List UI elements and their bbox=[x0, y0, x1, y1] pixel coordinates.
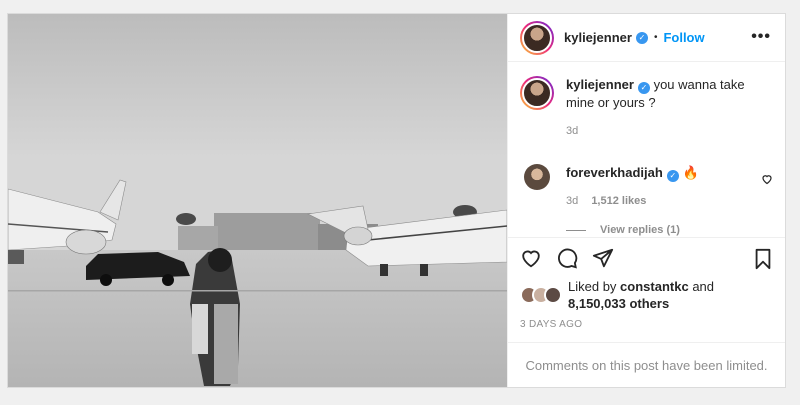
commenter-avatar[interactable] bbox=[524, 164, 550, 190]
likes-row: Liked by constantkc and 8,150,033 others bbox=[508, 277, 785, 313]
liker-avatar bbox=[544, 286, 562, 304]
caption-avatar[interactable] bbox=[520, 76, 554, 110]
comments-limited-notice: Comments on this post have been limited. bbox=[508, 342, 785, 387]
comment-item: foreverkhadijah ✓ 🔥 3d 1,512 likes bbox=[520, 164, 773, 210]
liker-avatars[interactable] bbox=[520, 286, 562, 304]
likes-conjunction: and bbox=[692, 279, 715, 294]
comments-section: kyliejenner ✓ you wanna take mine or your… bbox=[508, 62, 785, 237]
view-replies-label: View replies (1) bbox=[600, 224, 680, 236]
caption-meta: 3d bbox=[566, 122, 773, 140]
caption: kyliejenner ✓ you wanna take mine or your… bbox=[520, 76, 773, 140]
caption-username[interactable]: kyliejenner bbox=[566, 77, 634, 92]
verified-badge-icon: ✓ bbox=[635, 31, 648, 44]
caption-avatar-image bbox=[522, 78, 552, 108]
verified-badge-icon: ✓ bbox=[637, 82, 650, 94]
likes-prefix: Liked by bbox=[568, 279, 617, 294]
likes-user[interactable]: constantkc bbox=[620, 279, 689, 294]
comment-text: 🔥 bbox=[682, 165, 699, 180]
comment-meta: 3d 1,512 likes bbox=[566, 192, 699, 210]
author-avatar-image bbox=[522, 22, 552, 53]
more-options-icon[interactable]: ••• bbox=[751, 28, 771, 46]
view-replies-button[interactable]: View replies (1) bbox=[566, 224, 773, 236]
comment-likes[interactable]: 1,512 likes bbox=[591, 195, 646, 207]
likes-text: Liked by constantkc and 8,150,033 others bbox=[568, 278, 714, 312]
action-bar bbox=[508, 237, 785, 277]
post-photo[interactable] bbox=[8, 14, 507, 387]
author-avatar[interactable] bbox=[520, 20, 554, 55]
heart-icon[interactable] bbox=[520, 247, 542, 269]
bookmark-icon[interactable] bbox=[753, 248, 773, 275]
verified-badge-icon: ✓ bbox=[666, 170, 679, 182]
comment-icon[interactable] bbox=[556, 247, 578, 269]
separator-dot: • bbox=[653, 32, 658, 43]
caption-body: kyliejenner ✓ you wanna take mine or your… bbox=[566, 76, 773, 140]
author-username[interactable]: kyliejenner bbox=[564, 30, 632, 45]
post-date[interactable]: 3 DAYS AGO bbox=[508, 319, 785, 330]
follow-button[interactable]: Follow bbox=[663, 30, 704, 45]
post-details-panel: kyliejenner ✓ • Follow ••• kyliejenner ✓ … bbox=[507, 14, 785, 387]
likes-count[interactable]: 8,150,033 others bbox=[568, 296, 669, 311]
comment-time[interactable]: 3d bbox=[566, 195, 578, 207]
comment-username[interactable]: foreverkhadijah bbox=[566, 165, 663, 180]
share-icon[interactable] bbox=[592, 247, 614, 269]
comment-body: foreverkhadijah ✓ 🔥 3d 1,512 likes bbox=[566, 164, 699, 210]
comment-heart-icon[interactable] bbox=[761, 172, 773, 190]
post-header: kyliejenner ✓ • Follow ••• bbox=[508, 14, 785, 62]
caption-time[interactable]: 3d bbox=[566, 125, 578, 137]
replies-divider bbox=[566, 229, 586, 231]
photo-scene bbox=[8, 14, 507, 387]
post-card: kyliejenner ✓ • Follow ••• kyliejenner ✓ … bbox=[7, 13, 786, 388]
